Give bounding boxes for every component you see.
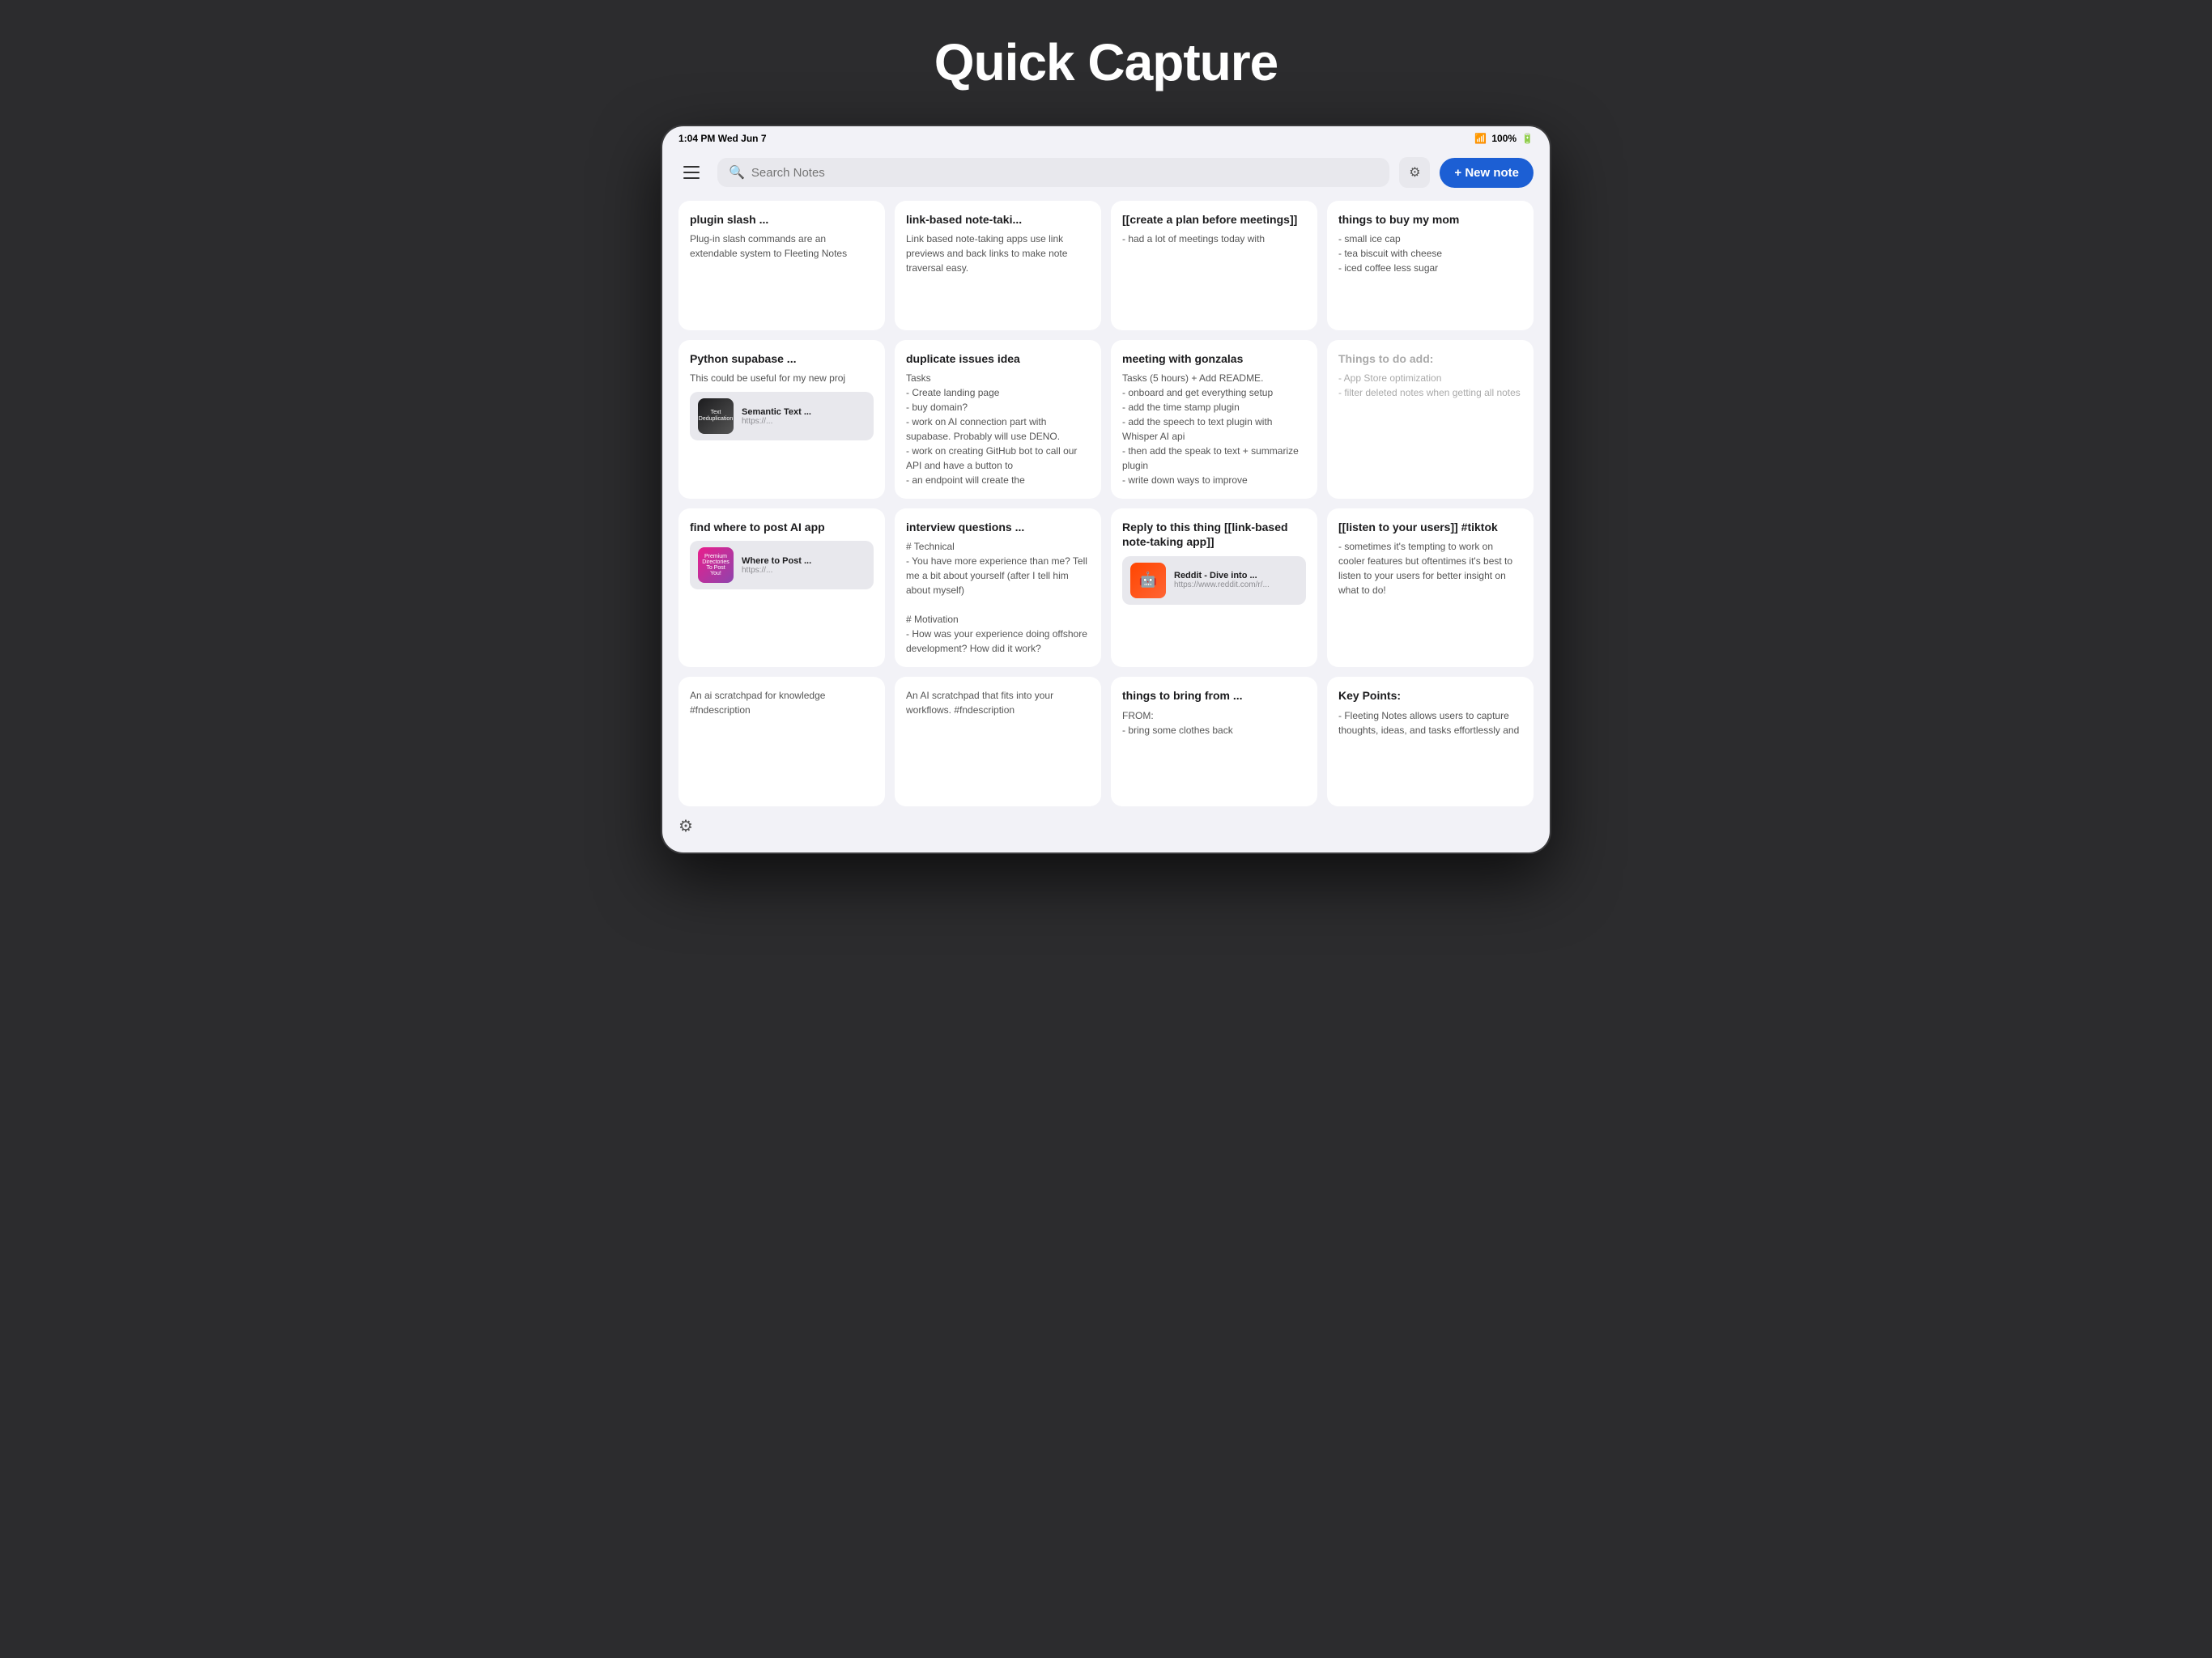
link-preview-url: https://...	[742, 417, 866, 426]
note-card[interactable]: interview questions ... # Technical- You …	[895, 508, 1101, 667]
note-card-body: - Fleeting Notes allows users to capture…	[1338, 708, 1522, 738]
note-card-body: - small ice cap- tea biscuit with cheese…	[1338, 232, 1522, 275]
note-card[interactable]: An ai scratchpad for knowledge #fndescri…	[678, 677, 885, 806]
status-bar: 1:04 PM Wed Jun 7 📶 100% 🔋	[662, 126, 1550, 147]
note-card-body: This could be useful for my new proj	[690, 371, 874, 385]
toolbar: 🔍 ⚙ + New note	[678, 157, 1534, 188]
link-preview-text: Reddit - Dive into ... https://www.reddi…	[1174, 571, 1298, 589]
page-title: Quick Capture	[934, 32, 1278, 92]
status-bar-right: 📶 100% 🔋	[1474, 133, 1534, 144]
note-card-title: find where to post AI app	[690, 520, 874, 534]
hamburger-line-3	[683, 177, 700, 179]
note-card-title: meeting with gonzalas	[1122, 351, 1306, 366]
new-note-button[interactable]: + New note	[1440, 158, 1534, 188]
note-card-title: Things to do add:	[1338, 351, 1522, 366]
filter-icon: ⚙	[1409, 164, 1420, 181]
link-preview: 🤖 Reddit - Dive into ... https://www.red…	[1122, 556, 1306, 605]
status-time: 1:04 PM Wed Jun 7	[678, 133, 767, 144]
note-card[interactable]: find where to post AI app PremiumDirecto…	[678, 508, 885, 667]
note-card[interactable]: meeting with gonzalas Tasks (5 hours) + A…	[1111, 340, 1317, 499]
note-card[interactable]: things to buy my mom - small ice cap- tea…	[1327, 201, 1534, 330]
link-preview-title: Reddit - Dive into ...	[1174, 571, 1298, 580]
note-card[interactable]: things to bring from ... FROM:- bring som…	[1111, 677, 1317, 806]
note-card[interactable]: duplicate issues idea Tasks- Create landi…	[895, 340, 1101, 499]
note-card-title: things to bring from ...	[1122, 688, 1306, 703]
note-card[interactable]: Python supabase ... This could be useful …	[678, 340, 885, 499]
link-preview: PremiumDirectoriesTo Post You! Where to …	[690, 541, 874, 589]
note-card-body: Plug-in slash commands are an extendable…	[690, 232, 874, 261]
settings-gear[interactable]: ⚙	[678, 816, 1534, 836]
battery-level: 100%	[1491, 133, 1516, 144]
battery-icon: 🔋	[1521, 133, 1534, 144]
note-card-title: link-based note-taki...	[906, 212, 1090, 227]
note-card[interactable]: Things to do add: - App Store optimizatio…	[1327, 340, 1534, 499]
note-card-body: FROM:- bring some clothes back	[1122, 708, 1306, 738]
note-card-body: Tasks- Create landing page- buy domain?-…	[906, 371, 1090, 487]
note-card-title: [[create a plan before meetings]]	[1122, 212, 1306, 227]
note-card-title: duplicate issues idea	[906, 351, 1090, 366]
note-card-title: things to buy my mom	[1338, 212, 1522, 227]
note-card-body: Link based note-taking apps use link pre…	[906, 232, 1090, 275]
filter-button[interactable]: ⚙	[1399, 157, 1430, 188]
note-card-body: - App Store optimization- filter deleted…	[1338, 371, 1522, 400]
wifi-icon: 📶	[1474, 133, 1487, 144]
note-card-body: # Technical- You have more experience th…	[906, 539, 1090, 656]
note-card[interactable]: Reply to this thing [[link-based note-ta…	[1111, 508, 1317, 667]
note-card-title: Python supabase ...	[690, 351, 874, 366]
hamburger-line-1	[683, 166, 700, 168]
link-preview-title: Where to Post ...	[742, 556, 866, 566]
search-input[interactable]	[751, 166, 1378, 180]
note-card[interactable]: [[create a plan before meetings]] - had a…	[1111, 201, 1317, 330]
note-card-body: - sometimes it's tempting to work on coo…	[1338, 539, 1522, 597]
note-card[interactable]: plugin slash ... Plug-in slash commands a…	[678, 201, 885, 330]
note-card-body: Tasks (5 hours) + Add README.- onboard a…	[1122, 371, 1306, 487]
search-bar[interactable]: 🔍	[717, 158, 1389, 187]
hamburger-button[interactable]	[678, 158, 708, 187]
note-card-title: Key Points:	[1338, 688, 1522, 703]
note-card-body: - had a lot of meetings today with	[1122, 232, 1306, 246]
note-card[interactable]: Key Points: - Fleeting Notes allows users…	[1327, 677, 1534, 806]
note-card-title: Reply to this thing [[link-based note-ta…	[1122, 520, 1306, 549]
tablet-frame: 1:04 PM Wed Jun 7 📶 100% 🔋 🔍 ⚙ + New not…	[661, 125, 1551, 854]
note-card-title: [[listen to your users]] #tiktok	[1338, 520, 1522, 534]
link-preview-url: https://...	[742, 566, 866, 575]
note-card-title: plugin slash ...	[690, 212, 874, 227]
link-preview: Text Deduplication Semantic Text ... htt…	[690, 392, 874, 440]
note-card-body: An AI scratchpad that fits into your wor…	[906, 688, 1090, 717]
link-preview-url: https://www.reddit.com/r/...	[1174, 580, 1298, 589]
notes-grid: plugin slash ... Plug-in slash commands a…	[678, 201, 1534, 806]
link-preview-text: Semantic Text ... https://...	[742, 407, 866, 426]
note-card-body: An ai scratchpad for knowledge #fndescri…	[690, 688, 874, 717]
note-card[interactable]: link-based note-taki... Link based note-t…	[895, 201, 1101, 330]
hamburger-line-2	[683, 172, 700, 173]
note-card[interactable]: An AI scratchpad that fits into your wor…	[895, 677, 1101, 806]
note-card[interactable]: [[listen to your users]] #tiktok - someti…	[1327, 508, 1534, 667]
note-card-title: interview questions ...	[906, 520, 1090, 534]
app-content: 🔍 ⚙ + New note plugin slash ... Plug-in s…	[662, 147, 1550, 852]
link-preview-title: Semantic Text ...	[742, 407, 866, 417]
link-preview-text: Where to Post ... https://...	[742, 556, 866, 575]
search-icon: 🔍	[729, 164, 745, 181]
